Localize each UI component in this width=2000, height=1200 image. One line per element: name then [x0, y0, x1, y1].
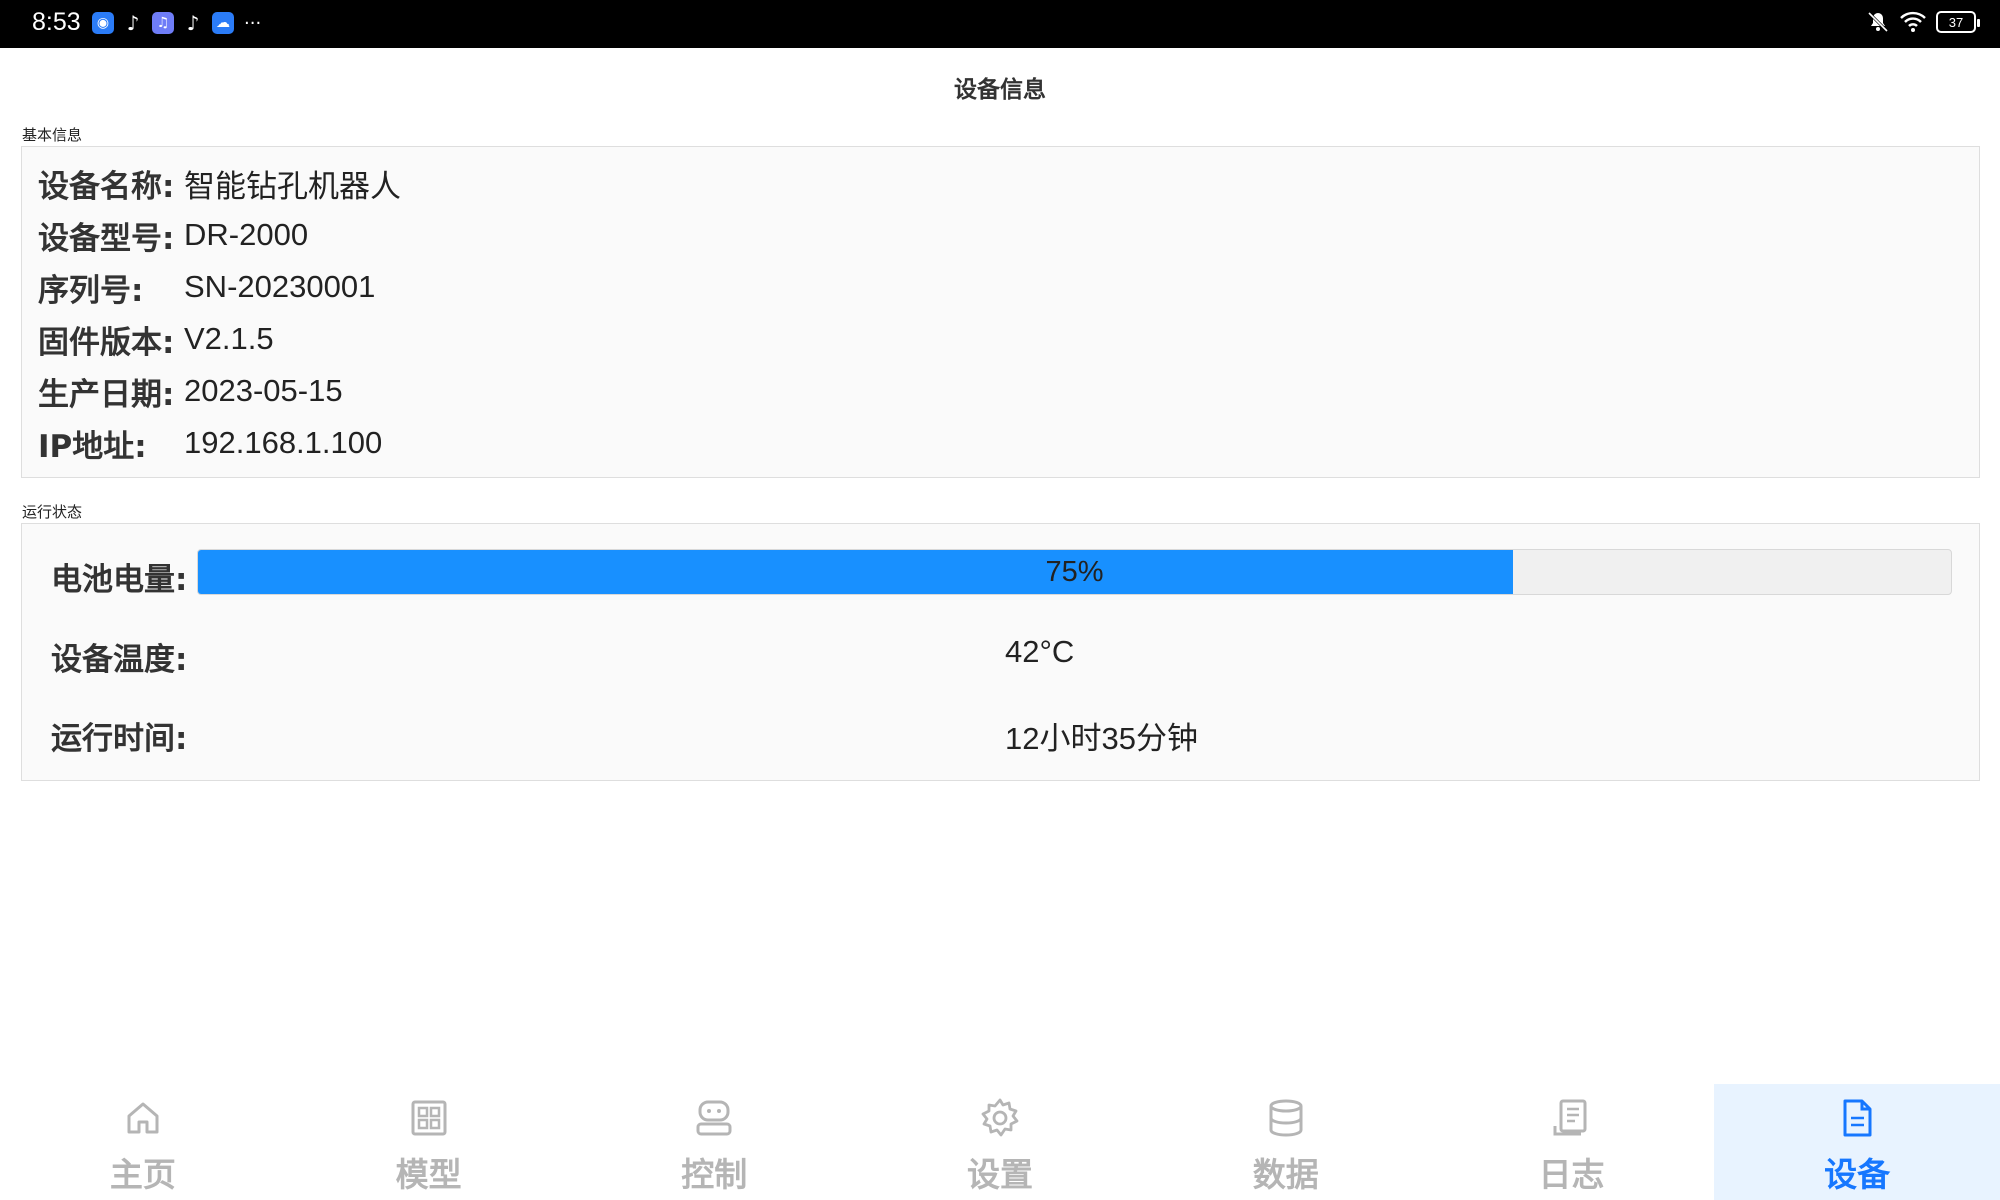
- nav-item-control[interactable]: 控制: [571, 1084, 857, 1200]
- database-icon: [1262, 1094, 1310, 1142]
- info-key: 序列号:: [38, 272, 144, 309]
- nav-label: 控制: [681, 1155, 748, 1194]
- info-value: 2023-05-15: [184, 373, 343, 408]
- nav-item-settings[interactable]: 设置: [857, 1084, 1143, 1200]
- battery-progress-bar: 75%: [197, 549, 1952, 595]
- wifi-icon: [1900, 11, 1926, 32]
- battery-progress-text: 75%: [1045, 555, 1104, 588]
- document-icon: [1833, 1094, 1881, 1142]
- nav-item-data[interactable]: 数据: [1143, 1084, 1429, 1200]
- nav-item-device[interactable]: 设备: [1714, 1084, 2000, 1200]
- uptime-label: 运行时间:: [51, 721, 188, 757]
- clock: 8:53: [32, 8, 81, 36]
- robot-icon: [690, 1094, 738, 1142]
- nav-label: 模型: [395, 1155, 462, 1194]
- cloud-icon: ☁: [212, 12, 234, 34]
- status-bar: 8:53 ◉ ♪ ♫ ♪ ☁ ··· 37: [0, 0, 2000, 48]
- basic-info-section-label: 基本信息: [22, 126, 83, 144]
- uptime-value: 12小时35分钟: [1005, 721, 1198, 756]
- temperature-label: 设备温度:: [51, 642, 188, 678]
- info-key: IP地址:: [38, 428, 147, 465]
- battery-level: 37: [1948, 14, 1964, 30]
- nav-label: 设备: [1824, 1155, 1891, 1194]
- mute-notification-icon: [1867, 11, 1889, 33]
- run-status-section-label: 运行状态: [22, 503, 83, 521]
- info-value: V2.1.5: [184, 321, 274, 356]
- info-row-device-name: 设备名称: 智能钻孔机器人: [38, 161, 401, 205]
- info-value: DR-2000: [184, 217, 309, 252]
- battery-icon: 37: [1936, 11, 1980, 33]
- info-row-production-date: 生产日期: 2023-05-15: [38, 369, 343, 413]
- info-value: 192.168.1.100: [184, 425, 383, 460]
- gear-icon: [976, 1094, 1024, 1142]
- info-value: 智能钻孔机器人: [184, 168, 401, 204]
- nav-label: 日志: [1538, 1155, 1605, 1194]
- battery-label: 电池电量:: [51, 562, 188, 598]
- info-key: 固件版本:: [38, 324, 175, 361]
- basic-info-panel: 设备名称: 智能钻孔机器人 设备型号: DR-2000 序列号: SN-2023…: [21, 146, 1980, 478]
- info-row-serial-number: 序列号: SN-20230001: [38, 265, 375, 309]
- info-key: 设备名称:: [38, 168, 175, 205]
- info-key: 生产日期:: [38, 376, 175, 413]
- system-icons: 37: [1866, 10, 1980, 34]
- home-icon: [119, 1094, 167, 1142]
- page-title: 设备信息: [954, 77, 1046, 103]
- browser-icon: ◉: [92, 12, 114, 34]
- info-value: SN-20230001: [184, 269, 376, 304]
- notification-icons: ◉ ♪ ♫ ♪ ☁ ···: [92, 11, 262, 35]
- nav-label: 设置: [967, 1155, 1034, 1194]
- run-status-panel: 电池电量: 75% 设备温度: 42°C 运行时间: 12小时35分钟: [21, 523, 1980, 781]
- info-key: 设备型号:: [38, 220, 175, 257]
- info-row-firmware-version: 固件版本: V2.1.5: [38, 317, 274, 361]
- grid-icon: [405, 1094, 453, 1142]
- music-icon: ♫: [152, 12, 174, 34]
- nav-label: 数据: [1252, 1155, 1319, 1194]
- nav-item-home[interactable]: 主页: [0, 1084, 286, 1200]
- temperature-value: 42°C: [1005, 634, 1075, 669]
- info-row-device-model: 设备型号: DR-2000: [38, 213, 308, 257]
- tiktok-icon: ♪: [126, 11, 140, 35]
- info-row-ip-address: IP地址: 192.168.1.100: [38, 421, 382, 465]
- nav-label: 主页: [109, 1155, 176, 1194]
- nav-item-model[interactable]: 模型: [286, 1084, 572, 1200]
- log-icon: [1547, 1094, 1595, 1142]
- bottom-navigation: 主页 模型 控制 设置 数据 日志 设备: [0, 1084, 2000, 1200]
- tiktok-icon: ♪: [186, 11, 200, 35]
- more-icon: ···: [244, 12, 262, 34]
- nav-item-log[interactable]: 日志: [1429, 1084, 1715, 1200]
